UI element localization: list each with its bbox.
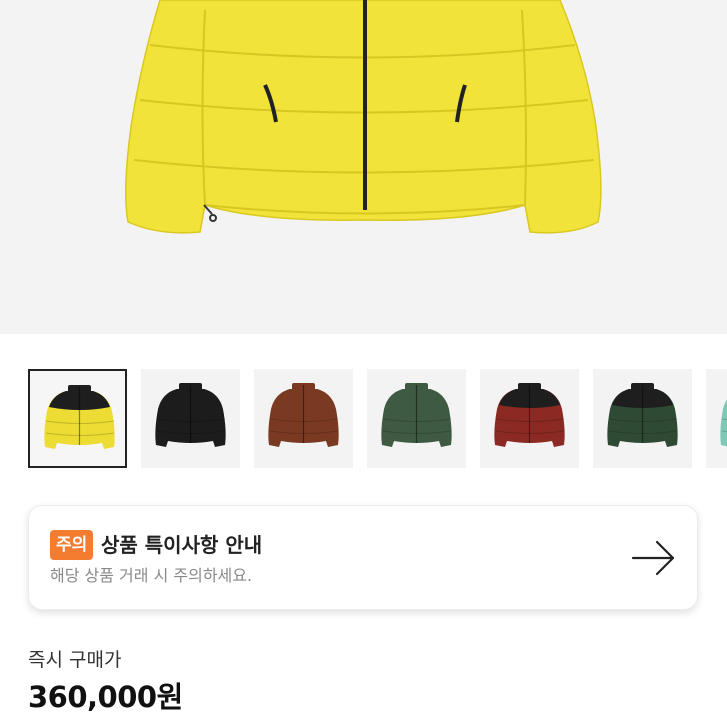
notice-title: 상품 특이사항 안내 bbox=[101, 533, 263, 557]
color-thumbnail-mint[interactable] bbox=[706, 369, 727, 468]
caution-badge: 주의 bbox=[50, 530, 94, 560]
instant-buy-price-value: 360,000원 bbox=[28, 680, 183, 714]
jacket-thumbnail-icon bbox=[494, 383, 565, 447]
jacket-thumbnail-icon bbox=[155, 383, 226, 447]
instant-buy-price-label: 즉시 구매가 bbox=[28, 649, 122, 671]
notice-description: 해당 상품 거래 시 주의하세요. bbox=[50, 566, 253, 585]
jacket-thumbnail-icon bbox=[381, 383, 452, 447]
color-thumbnail-red-black[interactable] bbox=[480, 369, 579, 468]
color-thumbnail-olive-green[interactable] bbox=[367, 369, 466, 468]
jacket-thumbnail-icon bbox=[720, 399, 727, 447]
jacket-thumbnail-icon bbox=[44, 385, 115, 449]
product-main-image[interactable] bbox=[0, 0, 727, 334]
product-detail-page: 주의 상품 특이사항 안내 해당 상품 거래 시 주의하세요. 즉시 구매가 3… bbox=[0, 0, 727, 727]
arrow-right-icon[interactable] bbox=[629, 538, 679, 578]
color-thumbnail-dark-green-black[interactable] bbox=[593, 369, 692, 468]
jacket-thumbnail-icon bbox=[268, 383, 339, 447]
jacket-thumbnail-icon bbox=[607, 383, 678, 447]
color-option-thumbnails bbox=[28, 369, 727, 468]
color-thumbnail-yellow-black[interactable] bbox=[28, 369, 127, 468]
jacket-illustration bbox=[125, 0, 602, 234]
product-notice-card[interactable]: 주의 상품 특이사항 안내 해당 상품 거래 시 주의하세요. bbox=[28, 505, 698, 610]
color-thumbnail-brown[interactable] bbox=[254, 369, 353, 468]
color-thumbnail-black[interactable] bbox=[141, 369, 240, 468]
